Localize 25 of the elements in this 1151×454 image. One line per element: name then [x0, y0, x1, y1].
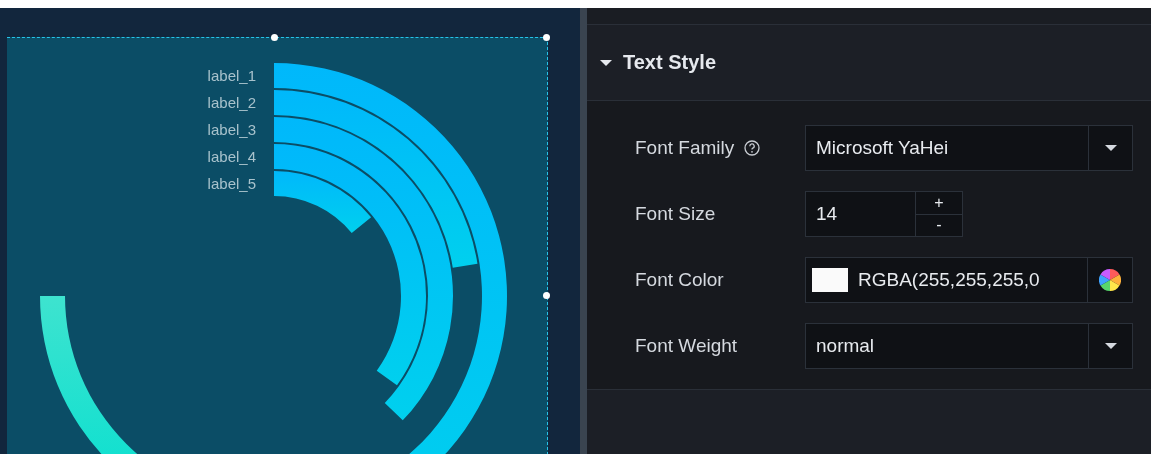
chart-widget[interactable]: label_1 label_2 label_3 label_4 label_5 [7, 37, 548, 454]
chart-label: label_5 [207, 175, 256, 192]
chart-label: label_1 [207, 67, 256, 84]
select-field[interactable]: normal [805, 323, 1133, 369]
field-label: Font Size [635, 203, 716, 225]
field-label: Font Color [635, 269, 724, 291]
select-field[interactable]: Microsoft YaHei [805, 125, 1133, 171]
field-label: Font Family [635, 137, 735, 159]
chart-label: label_2 [207, 94, 256, 111]
number-field[interactable]: 14 + - [805, 191, 963, 237]
decrement-button[interactable]: - [916, 213, 962, 236]
field-label: Font Weight [635, 335, 738, 357]
help-icon[interactable] [744, 140, 761, 156]
resize-handle[interactable] [271, 34, 278, 41]
chart-label: label_3 [207, 121, 256, 138]
caret-icon [599, 58, 613, 67]
increment-button[interactable]: + [916, 192, 962, 214]
resize-handle[interactable] [543, 34, 550, 41]
chart-label: label_4 [207, 148, 256, 165]
color-wheel-icon[interactable] [1099, 269, 1121, 291]
color-swatch [812, 268, 848, 292]
caret-icon [1103, 144, 1118, 152]
resize-handle[interactable] [543, 292, 550, 299]
color-field[interactable]: RGBA(255,255,255,0 [805, 257, 1133, 303]
caret-icon [1103, 342, 1118, 350]
